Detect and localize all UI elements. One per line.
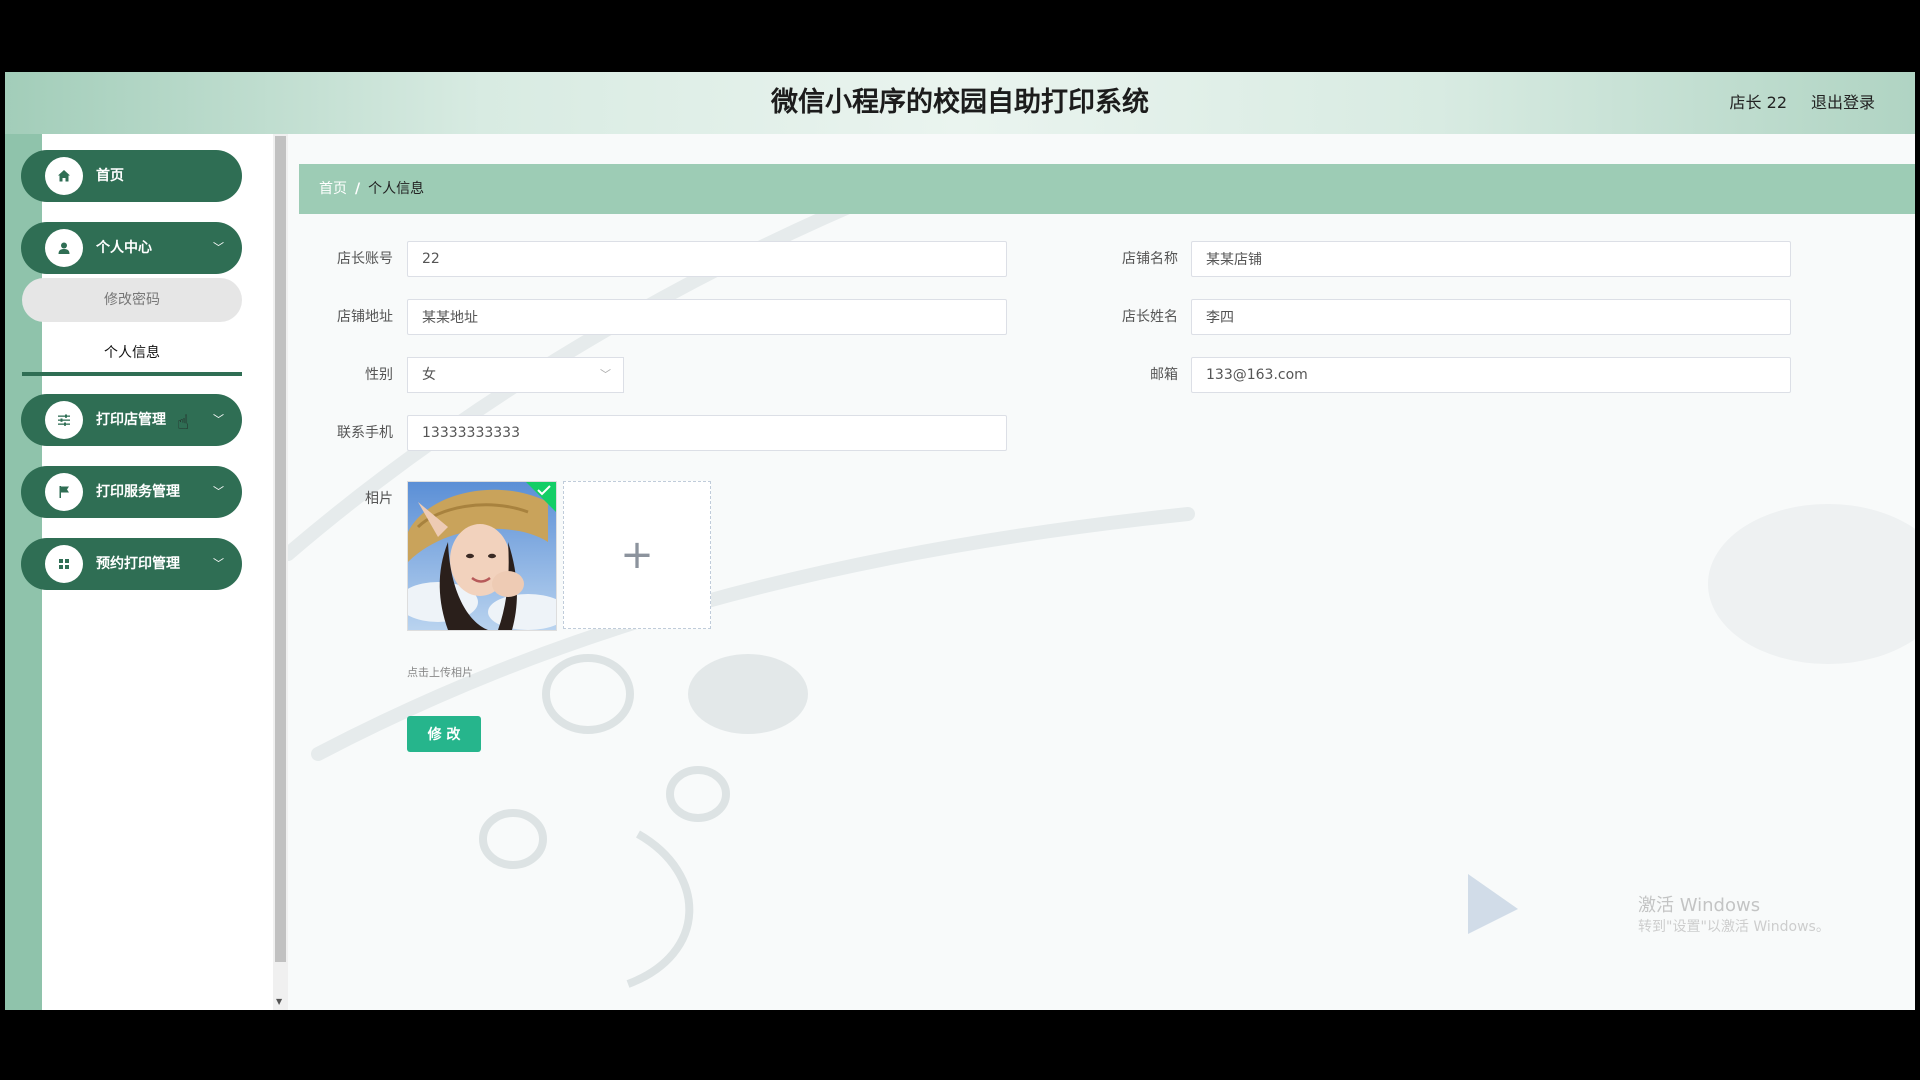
chevron-down-icon: ﹀ <box>600 368 611 381</box>
watermark-logo-icon <box>1468 874 1518 934</box>
sidebar-item-print-shop-management[interactable]: 打印店管理 ﹀ <box>21 394 242 446</box>
sidebar-scrollbar-thumb[interactable] <box>275 136 286 962</box>
breadcrumb-current: 个人信息 <box>368 181 425 197</box>
upload-hint: 点击上传相片 <box>407 666 473 679</box>
flag-icon <box>45 473 83 511</box>
hand-cursor-icon: ☝ <box>177 410 190 434</box>
gender-select[interactable]: 女 ﹀ <box>407 357 624 393</box>
address-label: 店铺地址 <box>337 309 393 325</box>
breadcrumb-home-link[interactable]: 首页 <box>319 181 347 197</box>
sidebar-subitem-change-password[interactable]: 修改密码 <box>22 278 242 322</box>
manager-name-label: 店长姓名 <box>1122 309 1178 325</box>
address-input[interactable] <box>407 299 1007 335</box>
email-label: 邮箱 <box>1150 367 1178 383</box>
chevron-down-icon: ﹀ <box>213 413 224 426</box>
activation-watermark-title: 激活 Windows <box>1638 895 1761 916</box>
app-window: 微信小程序的校园自助打印系统 店长 22 退出登录 ▼ 首页 个人中心 ﹀ 修改… <box>5 72 1915 1010</box>
sidebar-item-personal-center[interactable]: 个人中心 ﹀ <box>21 222 242 274</box>
breadcrumb-separator: / <box>355 181 361 197</box>
phone-input[interactable] <box>407 415 1007 451</box>
photo-thumbnail <box>408 482 556 630</box>
upload-photo-button[interactable]: + <box>563 481 711 629</box>
chevron-down-icon: ﹀ <box>213 241 224 254</box>
current-user: 店长 22 <box>1729 93 1787 112</box>
app-title: 微信小程序的校园自助打印系统 <box>771 87 1149 118</box>
user-icon <box>45 229 83 267</box>
account-label: 店长账号 <box>337 251 393 267</box>
sidebar-item-print-service-management[interactable]: 打印服务管理 ﹀ <box>21 466 242 518</box>
photo-label: 相片 <box>365 491 393 507</box>
sidebar-item-label: 首页 <box>96 168 124 184</box>
top-header: 微信小程序的校园自助打印系统 店长 22 退出登录 <box>5 72 1915 134</box>
main-content: 首页 / 个人信息 店长账号 店铺名称 店铺地址 店长姓名 性别 女 ﹀ 邮箱 联系… <box>288 134 1915 1010</box>
manager-name-input[interactable] <box>1191 299 1791 335</box>
gender-label: 性别 <box>365 367 393 383</box>
phone-label: 联系手机 <box>337 425 393 441</box>
activation-watermark-subtitle: 转到"设置"以激活 Windows。 <box>1638 919 1830 935</box>
sidebar-item-label: 个人中心 <box>96 240 152 256</box>
logout-link[interactable]: 退出登录 <box>1811 72 1875 134</box>
sidebar-item-label: 打印服务管理 <box>96 484 180 500</box>
sidebar-item-home[interactable]: 首页 <box>21 150 242 202</box>
shop-name-input[interactable] <box>1191 241 1791 277</box>
uploaded-photo[interactable] <box>407 481 557 631</box>
account-input[interactable] <box>407 241 1007 277</box>
scroll-down-arrow-icon[interactable]: ▼ <box>276 998 282 1006</box>
sidebar-subitem-personal-info[interactable]: 个人信息 <box>22 334 242 376</box>
email-input[interactable] <box>1191 357 1791 393</box>
grid-icon <box>45 545 83 583</box>
shop-name-label: 店铺名称 <box>1122 251 1178 267</box>
breadcrumb: 首页 / 个人信息 <box>299 164 1915 214</box>
home-icon <box>45 157 83 195</box>
sidebar-item-reservation-print-management[interactable]: 预约打印管理 ﹀ <box>21 538 242 590</box>
sliders-icon <box>45 401 83 439</box>
chevron-down-icon: ﹀ <box>213 485 224 498</box>
gender-selected-value: 女 <box>422 367 436 383</box>
chevron-down-icon: ﹀ <box>213 557 224 570</box>
sidebar-item-label: 预约打印管理 <box>96 556 180 572</box>
sidebar-item-label: 打印店管理 <box>96 412 166 428</box>
submit-edit-button[interactable]: 修 改 <box>407 716 481 752</box>
plus-icon: + <box>620 532 654 578</box>
